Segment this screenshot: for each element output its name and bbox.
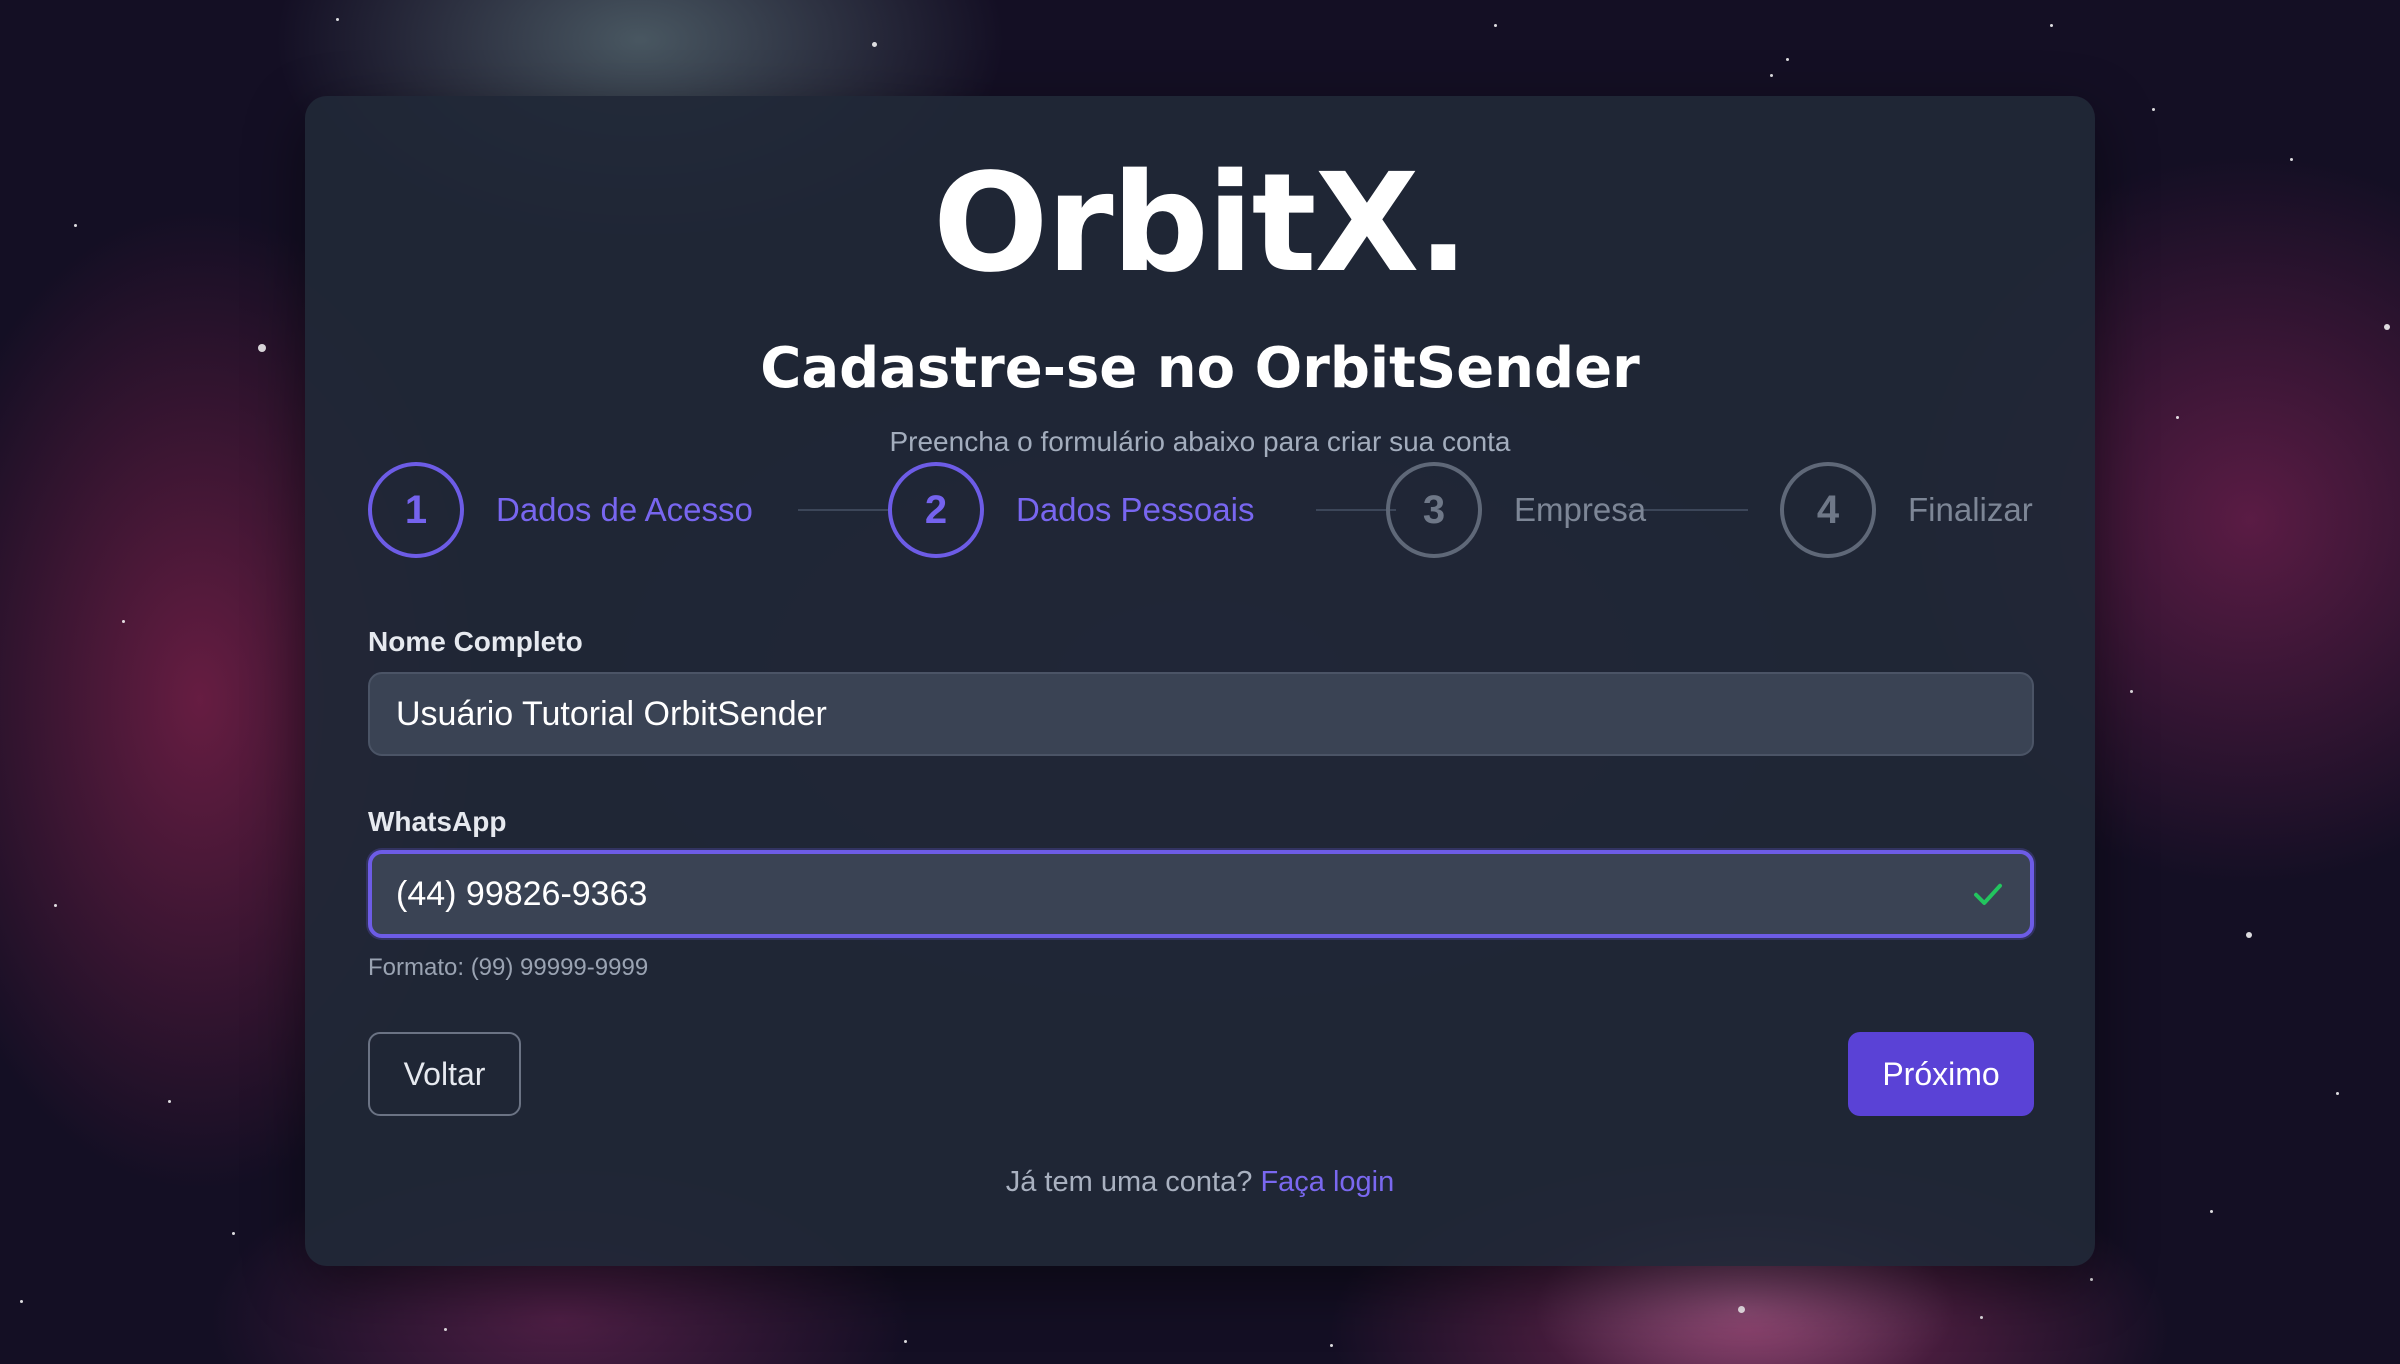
whatsapp-value: (44) 99826-9363	[396, 874, 648, 913]
orbitx-logo: OrbitX.	[932, 145, 1469, 303]
step-connector	[1316, 509, 1396, 511]
step-empresa[interactable]: 3 Empresa	[1386, 462, 1646, 558]
step-label: Dados de Acesso	[496, 491, 753, 528]
full-name-label: Nome Completo	[368, 626, 583, 657]
step-number: 2	[888, 462, 984, 558]
full-name-value: Usuário Tutorial OrbitSender	[396, 694, 827, 733]
step-label: Empresa	[1514, 491, 1647, 528]
step-dados-de-acesso[interactable]: 1 Dados de Acesso	[368, 462, 753, 558]
full-name-input[interactable]: Usuário Tutorial OrbitSender	[368, 672, 2034, 756]
login-link[interactable]: Faça login	[1260, 1166, 1394, 1198]
next-button[interactable]: Próximo	[1848, 1032, 2034, 1116]
page-subtitle: Preencha o formulário abaixo para criar …	[889, 426, 1511, 457]
step-label: Finalizar	[1908, 491, 2033, 528]
page-title: Cadastre-se no OrbitSender	[760, 336, 1640, 401]
step-number: 3	[1386, 462, 1482, 558]
step-dados-pessoais[interactable]: 2 Dados Pessoais	[888, 462, 1254, 558]
login-prompt-text: Já tem uma conta?	[1005, 1166, 1253, 1198]
step-number: 1	[368, 462, 464, 558]
signup-card: OrbitX. Cadastre-se no OrbitSender Preen…	[305, 96, 2095, 1266]
whatsapp-label: WhatsApp	[368, 806, 507, 837]
whatsapp-input[interactable]: (44) 99826-9363	[368, 850, 2034, 938]
back-button[interactable]: Voltar	[368, 1032, 521, 1116]
check-icon	[1974, 883, 2002, 905]
step-label: Dados Pessoais	[1016, 491, 1255, 528]
step-finalizar[interactable]: 4 Finalizar	[1780, 462, 2033, 558]
login-prompt: Já tem uma conta? Faça login	[305, 1166, 2095, 1199]
step-connector	[798, 509, 888, 511]
whatsapp-format-hint: Formato: (99) 99999-9999	[368, 954, 649, 981]
step-number: 4	[1780, 462, 1876, 558]
signup-stepper: 1 Dados de Acesso 2 Dados Pessoais 3 Emp…	[368, 462, 2033, 558]
